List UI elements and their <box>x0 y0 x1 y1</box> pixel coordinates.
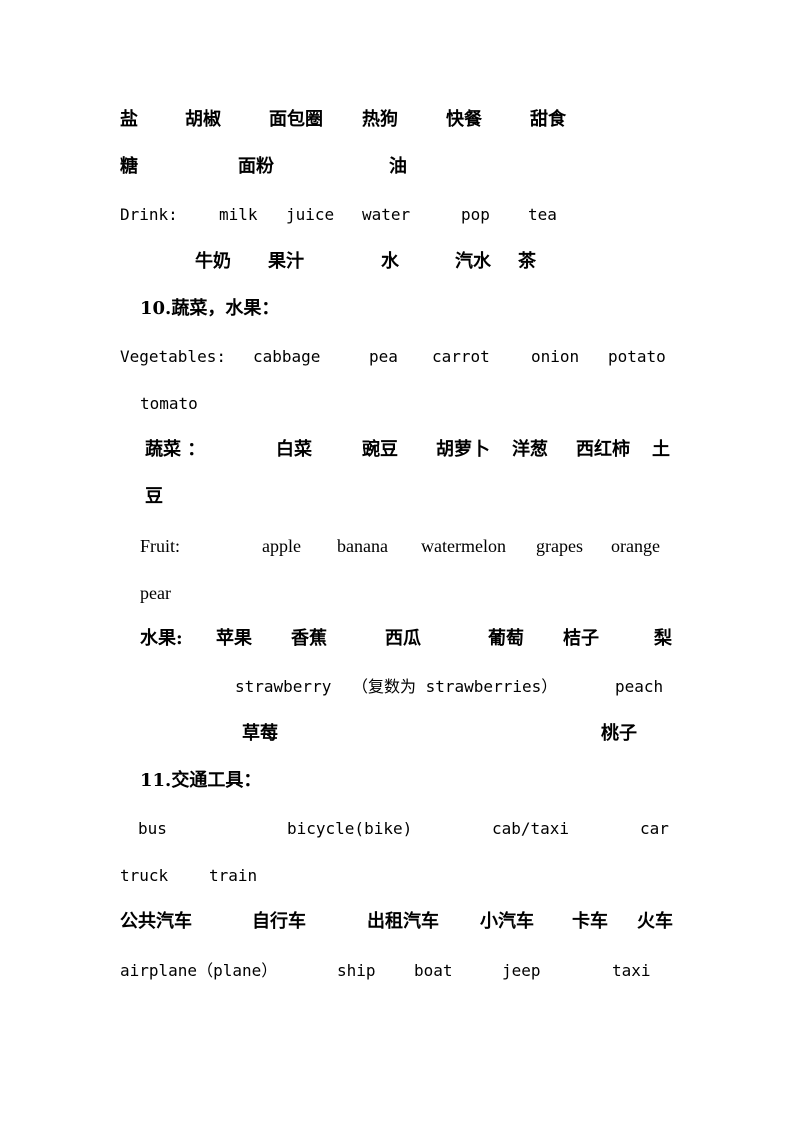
strawberry-plural-note: （复数为 strawberries） <box>352 677 558 696</box>
word-sugar-zh: 糖 <box>120 156 138 177</box>
word-taxi: taxi <box>612 961 651 980</box>
section-10-heading-row: 10.蔬菜，水果： <box>0 297 794 321</box>
fruit-label: Fruit: <box>140 536 181 556</box>
drink-label: Drink: <box>120 205 178 224</box>
transport-en-row-1: bus bicycle(bike) cab/taxi car <box>0 817 794 841</box>
food-zh-row-1: 盐 胡椒 面包圈 热狗 快餐 甜食 <box>0 108 794 132</box>
word-onion-zh: 洋葱 <box>512 439 548 460</box>
word-potato-zh-part1: 土 <box>652 439 670 460</box>
section-10-heading: 10.蔬菜，水果： <box>140 298 280 319</box>
word-bicycle: bicycle(bike) <box>287 819 413 838</box>
word-potato-zh-part2: 豆 <box>145 486 163 507</box>
section-11-heading-row: 11.交通工具： <box>0 769 794 793</box>
vegetables-label: Vegetables: <box>120 347 226 366</box>
word-bus: bus <box>138 819 167 838</box>
word-ship: ship <box>337 961 376 980</box>
word-apple: apple <box>262 536 301 556</box>
word-pea-zh: 豌豆 <box>362 439 398 460</box>
word-hotdog-zh: 热狗 <box>362 109 398 130</box>
fruit-en-row-2: pear <box>0 581 794 605</box>
word-dessert-zh: 甜食 <box>530 109 566 130</box>
word-jeep: jeep <box>502 961 541 980</box>
word-strawberry-zh: 草莓 <box>242 723 278 744</box>
transport-en-row-2: truck train <box>0 864 794 888</box>
word-orange-zh: 桔子 <box>563 628 599 649</box>
word-pear: pear <box>140 583 171 603</box>
word-boat: boat <box>414 961 453 980</box>
food-zh-row-2: 糖 面粉 油 <box>0 155 794 179</box>
word-juice: juice <box>286 205 335 224</box>
word-tea: tea <box>528 205 557 224</box>
word-salt-zh: 盐 <box>120 109 138 130</box>
word-tomato: tomato <box>140 394 198 413</box>
vegetables-zh-row: 蔬菜 ： 白菜 豌豆 胡萝卜 洋葱 西红柿 土 <box>0 438 794 462</box>
word-tomato-zh: 西红柿 <box>576 439 630 460</box>
word-banana: banana <box>337 536 388 556</box>
word-fastfood-zh: 快餐 <box>446 109 482 130</box>
fruit-zh-row: 水果: 苹果 香蕉 西瓜 葡萄 桔子 梨 <box>0 627 794 651</box>
word-watermelon-zh: 西瓜 <box>385 628 421 649</box>
word-banana-zh: 香蕉 <box>291 628 327 649</box>
word-truck-zh: 卡车 <box>572 911 608 932</box>
word-truck: truck <box>120 866 169 885</box>
word-bagel-zh: 面包圈 <box>269 109 323 130</box>
word-orange: orange <box>611 536 660 556</box>
vegetables-zh-row-2: 豆 <box>0 485 794 509</box>
word-pop: pop <box>461 205 490 224</box>
word-pea: pea <box>369 347 398 366</box>
word-milk-zh: 牛奶 <box>195 251 231 272</box>
word-car: car <box>640 819 669 838</box>
word-peach: peach <box>615 677 664 696</box>
document-page: 盐 胡椒 面包圈 热狗 快餐 甜食 糖 面粉 油 Drink: milk jui… <box>0 0 794 1123</box>
fruit-extra-zh-row: 草莓 桃子 <box>0 722 794 746</box>
fruit-extra-en-row: strawberry （复数为 strawberries） peach <box>0 675 794 699</box>
word-bicycle-zh: 自行车 <box>252 911 306 932</box>
word-watermelon: watermelon <box>421 536 506 556</box>
word-grapes-zh: 葡萄 <box>488 628 524 649</box>
word-juice-zh: 果汁 <box>268 251 304 272</box>
word-car-zh: 小汽车 <box>480 911 534 932</box>
word-taxi-zh: 出租汽车 <box>367 911 439 932</box>
word-cabbage-zh: 白菜 <box>276 439 312 460</box>
section-11-heading: 11.交通工具： <box>140 770 262 791</box>
vegetables-en-row-2: tomato <box>0 392 794 416</box>
word-pepper-zh: 胡椒 <box>185 109 221 130</box>
transport-en-row-3: airplane（plane） ship boat jeep taxi <box>0 959 794 983</box>
word-water: water <box>362 205 411 224</box>
word-airplane: airplane（plane） <box>120 961 278 980</box>
word-bus-zh: 公共汽车 <box>120 911 192 932</box>
word-cab-taxi: cab/taxi <box>492 819 570 838</box>
drink-en-row: Drink: milk juice water pop tea <box>0 203 794 227</box>
word-oil-zh: 油 <box>389 156 407 177</box>
word-tea-zh: 茶 <box>518 251 536 272</box>
word-train-zh: 火车 <box>637 911 673 932</box>
word-carrot: carrot <box>432 347 490 366</box>
transport-zh-row: 公共汽车 自行车 出租汽车 小汽车 卡车 火车 <box>0 910 794 934</box>
word-pop-zh: 汽水 <box>455 251 491 272</box>
word-cabbage: cabbage <box>253 347 321 366</box>
word-carrot-zh: 胡萝卜 <box>436 439 490 460</box>
word-pear-zh: 梨 <box>654 628 672 649</box>
word-onion: onion <box>531 347 580 366</box>
word-milk: milk <box>219 205 258 224</box>
word-flour-zh: 面粉 <box>238 156 274 177</box>
word-apple-zh: 苹果 <box>216 628 252 649</box>
fruit-en-row: Fruit: apple banana watermelon grapes or… <box>0 534 794 558</box>
drink-zh-row: 牛奶 果汁 水 汽水 茶 <box>0 250 794 274</box>
word-water-zh: 水 <box>381 251 399 272</box>
vegetables-label-zh: 蔬菜 ： <box>145 439 206 460</box>
word-peach-zh: 桃子 <box>601 723 637 744</box>
fruit-label-zh: 水果: <box>140 628 183 649</box>
vegetables-en-row: Vegetables: cabbage pea carrot onion pot… <box>0 345 794 369</box>
word-strawberry: strawberry <box>235 677 332 696</box>
word-train: train <box>209 866 258 885</box>
word-potato: potato <box>608 347 666 366</box>
word-grapes: grapes <box>536 536 583 556</box>
